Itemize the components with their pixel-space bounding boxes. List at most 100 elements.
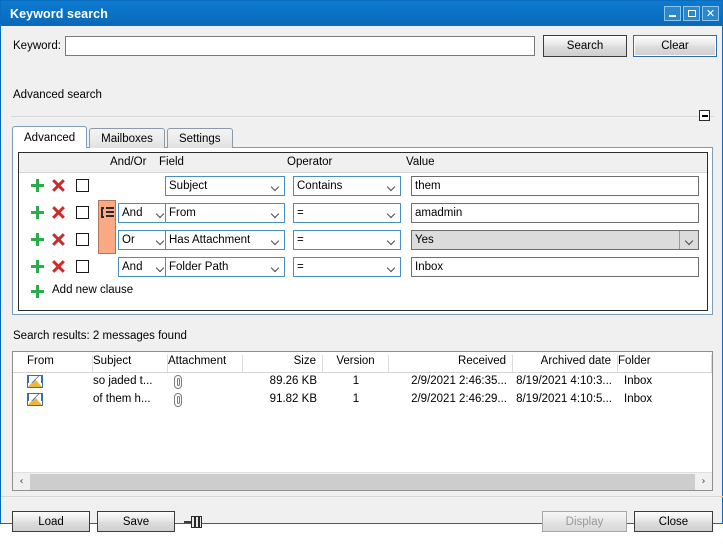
value-select[interactable]: Yes xyxy=(411,230,699,250)
advanced-search-label: Advanced search xyxy=(13,89,102,101)
add-row-icon[interactable] xyxy=(31,206,44,219)
clause-group-indicator[interactable] xyxy=(98,200,116,254)
keyword-label: Keyword: xyxy=(13,40,65,52)
value-dropdown-button[interactable] xyxy=(679,231,698,249)
cell-archived-date: 8/19/2021 4:10:3... xyxy=(513,375,618,387)
envelope-icon xyxy=(27,375,43,388)
collapse-toggle-icon[interactable] xyxy=(699,110,710,121)
row-checkbox[interactable] xyxy=(76,179,89,192)
column-header-size[interactable]: Size xyxy=(243,355,323,372)
tab-mailboxes[interactable]: Mailboxes xyxy=(89,128,165,148)
group-bracket-icon xyxy=(101,207,114,218)
chevron-down-icon xyxy=(388,184,395,188)
cell-version: 1 xyxy=(323,393,389,405)
keyword-input[interactable] xyxy=(65,36,535,56)
add-clause-icon[interactable] xyxy=(31,285,44,298)
search-button[interactable]: Search xyxy=(543,35,627,57)
delete-row-icon[interactable] xyxy=(52,179,65,192)
results-grid-header: From Subject Attachment Size Version Rec… xyxy=(13,352,712,373)
add-new-clause[interactable]: Add new clause xyxy=(19,281,707,303)
row-checkbox[interactable] xyxy=(76,206,89,219)
andor-select[interactable]: Or xyxy=(118,230,170,250)
add-row-icon[interactable] xyxy=(31,233,44,246)
column-header-value: Value xyxy=(406,156,435,168)
operator-select[interactable]: = xyxy=(293,230,401,250)
close-icon: ✕ xyxy=(706,8,715,19)
clause-rows: Subject Contains them And From = amadmin xyxy=(19,173,707,303)
column-header-received[interactable]: Received xyxy=(389,355,513,372)
column-header-version[interactable]: Version xyxy=(323,355,389,372)
table-row[interactable]: of them h... 91.82 KB 1 2/9/2021 2:46:29… xyxy=(13,391,712,409)
window-controls: ✕ xyxy=(664,6,719,21)
close-dialog-button[interactable]: Close xyxy=(634,511,713,532)
cell-version: 1 xyxy=(323,375,389,387)
operator-select[interactable]: Contains xyxy=(293,176,401,196)
field-select[interactable]: Subject xyxy=(165,176,285,196)
add-row-icon[interactable] xyxy=(31,260,44,273)
column-header-folder[interactable]: Folder xyxy=(618,355,712,372)
cell-received: 2/9/2021 2:46:29... xyxy=(389,393,513,405)
value-input[interactable]: them xyxy=(411,176,699,196)
pushpin-icon[interactable] xyxy=(184,515,204,529)
minimize-button[interactable] xyxy=(664,6,681,21)
table-row[interactable]: so jaded t... 89.26 KB 1 2/9/2021 2:46:3… xyxy=(13,373,712,391)
column-header-archived-date[interactable]: Archived date xyxy=(513,355,618,372)
chevron-down-icon xyxy=(272,238,279,242)
cell-subject: of them h... xyxy=(93,393,151,405)
column-header-from[interactable]: From xyxy=(27,355,93,372)
cell-archived-date: 8/19/2021 4:10:5... xyxy=(513,393,618,405)
chevron-down-icon xyxy=(157,265,164,269)
delete-row-icon[interactable] xyxy=(52,206,65,219)
load-button[interactable]: Load xyxy=(12,511,90,532)
field-select[interactable]: From xyxy=(165,203,285,223)
scroll-right-arrow[interactable]: › xyxy=(695,473,712,490)
value-input[interactable]: amadmin xyxy=(411,203,699,223)
scrollbar-thumb[interactable] xyxy=(30,474,695,490)
andor-select[interactable]: And xyxy=(118,203,170,223)
delete-row-icon[interactable] xyxy=(52,233,65,246)
clear-button[interactable]: Clear xyxy=(633,35,717,57)
tab-settings[interactable]: Settings xyxy=(167,128,233,148)
chevron-down-icon xyxy=(272,265,279,269)
column-header-attachment[interactable]: Attachment xyxy=(168,355,243,372)
row-checkbox[interactable] xyxy=(76,233,89,246)
clause-row: And Folder Path = Inbox xyxy=(19,254,707,281)
window-title: Keyword search xyxy=(10,7,108,21)
horizontal-scrollbar[interactable]: ‹ › xyxy=(13,472,712,490)
clause-grid: And/Or Field Operator Value xyxy=(18,152,708,311)
tab-bar: Advanced Mailboxes Settings xyxy=(12,126,235,148)
clause-row: Or Has Attachment = Yes xyxy=(19,227,707,254)
save-button[interactable]: Save xyxy=(97,511,175,532)
field-select[interactable]: Folder Path xyxy=(165,257,285,277)
title-bar: Keyword search ✕ xyxy=(1,1,722,26)
paperclip-icon xyxy=(174,375,183,389)
column-header-operator: Operator xyxy=(287,156,332,168)
value-input[interactable]: Inbox xyxy=(411,257,699,277)
keyword-search-window: Keyword search ✕ Keyword: Search Clear A… xyxy=(0,0,723,524)
add-row-icon[interactable] xyxy=(31,179,44,192)
display-button[interactable]: Display xyxy=(542,511,627,532)
chevron-down-icon xyxy=(388,265,395,269)
row-checkbox[interactable] xyxy=(76,260,89,273)
chevron-down-icon xyxy=(157,211,164,215)
section-divider xyxy=(11,116,714,117)
advanced-tab-panel: And/Or Field Operator Value xyxy=(12,147,713,315)
scroll-left-arrow[interactable]: ‹ xyxy=(13,473,30,490)
column-header-subject[interactable]: Subject xyxy=(93,355,168,372)
field-select[interactable]: Has Attachment xyxy=(165,230,285,250)
tab-advanced[interactable]: Advanced xyxy=(12,126,87,148)
close-button[interactable]: ✕ xyxy=(702,6,719,21)
cell-folder: Inbox xyxy=(624,393,652,405)
operator-select[interactable]: = xyxy=(293,203,401,223)
keyword-row: Keyword: Search Clear xyxy=(1,34,723,58)
column-header-field: Field xyxy=(159,156,184,168)
cell-received: 2/9/2021 2:46:35... xyxy=(389,375,513,387)
maximize-button[interactable] xyxy=(683,6,700,21)
andor-select[interactable]: And xyxy=(118,257,170,277)
column-header-andor: And/Or xyxy=(110,156,146,168)
cell-size: 89.26 KB xyxy=(243,375,323,387)
delete-row-icon[interactable] xyxy=(52,260,65,273)
envelope-icon xyxy=(27,393,43,406)
add-new-clause-label: Add new clause xyxy=(52,284,133,296)
operator-select[interactable]: = xyxy=(293,257,401,277)
